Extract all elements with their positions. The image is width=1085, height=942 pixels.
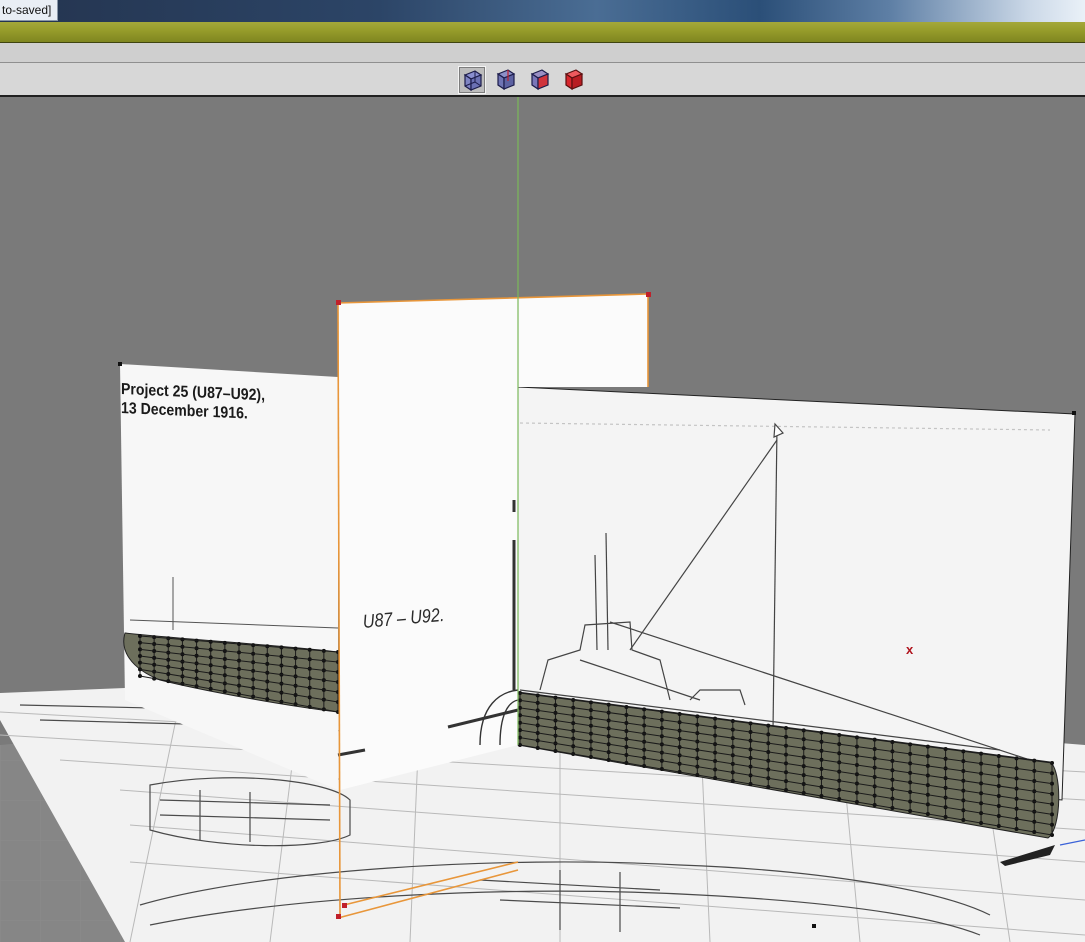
blueprint-caption: Project 25 (U87–U92), 13 December 1916. xyxy=(121,381,266,423)
shaded-view-button[interactable] xyxy=(526,66,554,94)
main-toolbar xyxy=(0,43,1085,63)
menu-bar xyxy=(0,22,1085,43)
window-title-bar: to-saved] xyxy=(0,0,1085,22)
scene-canvas xyxy=(0,97,1085,942)
shaded-cube-icon xyxy=(530,69,550,91)
hidden-line-cube-icon xyxy=(496,69,516,91)
window-title: to-saved] xyxy=(0,0,59,21)
solid-view-button[interactable] xyxy=(560,66,588,94)
3d-viewport[interactable]: Project 25 (U87–U92), 13 December 1916. … xyxy=(0,97,1085,942)
solid-red-cube-icon xyxy=(564,69,584,91)
view-style-toolbar xyxy=(0,63,1085,97)
hidden-line-view-button[interactable] xyxy=(492,66,520,94)
wireframe-cube-icon xyxy=(463,70,483,92)
wireframe-view-button[interactable] xyxy=(458,66,486,94)
cursor-marker: x xyxy=(906,642,914,657)
